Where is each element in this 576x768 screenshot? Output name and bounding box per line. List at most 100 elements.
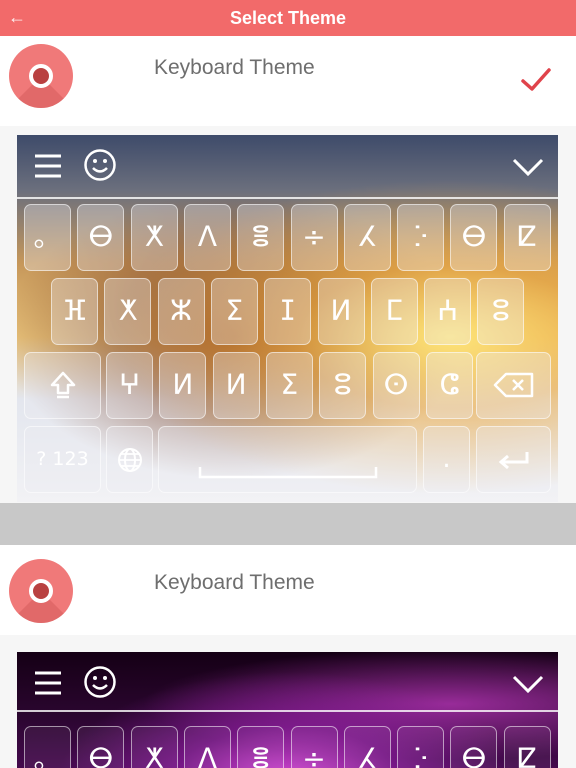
letter-key[interactable]: ⴾ [397,204,445,271]
period-key[interactable]: . [423,426,470,493]
theme-card-2[interactable]: Keyboard Theme 。 ⴱ ⵅ ⴷ ⴻ ÷ ⵃ ⴾ ⴱ ⵇ [0,545,576,768]
theme-card-header: Keyboard Theme [0,36,576,126]
keyboard-toolbar [17,652,558,712]
key-label: ⵍ [172,368,194,401]
key-label: ⴻ [251,220,271,253]
key-label: ⴱ [88,742,114,768]
key-label: ⵇ [517,742,537,768]
keyboard-toolbar [17,135,558,199]
letter-key[interactable]: ⴼ [51,278,98,345]
letter-key[interactable]: ⴷ [183,726,231,768]
key-label: ⵊ [280,294,295,327]
key-label: ⴷ [197,742,217,768]
letter-key[interactable]: ⵙ [372,352,420,419]
letter-key[interactable]: ÷ [290,204,338,271]
letter-key[interactable]: ⵉ [265,352,313,419]
letter-key[interactable]: ⴱ [450,204,498,271]
key-label: 。 [33,220,62,253]
keyboard-preview-1[interactable]: 。 ⴱ ⵅ ⴷ ⴻ ÷ ⵃ ⴾ ⴱ ⵇ ⴼⵅⵣⵉⵊⵍⵎⵄⵓ ⵖⵍⵍⵉⵓⵙⵛ ? 123 . [17,135,558,502]
letter-key[interactable]: 。 [24,204,71,271]
letter-key[interactable]: ⵄ [424,278,472,345]
letter-key[interactable]: ⵎ [370,278,418,345]
letter-key[interactable]: ⴱ [77,204,125,271]
theme-avatar-icon [9,559,73,623]
letter-key[interactable]: ⵓ [319,352,367,419]
theme-avatar-icon [9,44,73,108]
key-label: ⵄ [437,294,459,327]
enter-key[interactable] [476,426,551,493]
key-label: ⵙ [383,368,409,401]
key-label: ⵅ [118,294,137,327]
backspace-icon [493,372,533,398]
theme-title: Keyboard Theme [154,56,315,79]
theme-card-header: Keyboard Theme [0,545,576,635]
key-label: ⵍ [225,368,247,401]
letter-key[interactable]: ÷ [290,726,338,768]
top-app-bar: ← Select Theme [0,0,576,36]
letter-key[interactable]: ⵍ [212,352,260,419]
theme-card-1[interactable]: Keyboard Theme 。 ⴱ ⵅ ⴷ ⴻ ÷ ⵃ ⴾ ⴱ ⵇ ⴼⵅⵣⵉⵊⵍⵎⵄⵓ ⵖⵍⵍⵉ… [0,36,576,544]
key-label: ⵉ [225,294,244,327]
numbers-key[interactable]: ? 123 [24,426,101,493]
key-label: ⴱ [461,220,487,253]
key-label: ⵣ [170,294,193,327]
menu-icon [35,671,61,695]
key-label: ⵃ [358,742,377,768]
letter-key[interactable]: ⴱ [450,726,498,768]
keyboard-preview-2[interactable]: 。 ⴱ ⵅ ⴷ ⴻ ÷ ⵃ ⴾ ⴱ ⵇ [17,652,558,768]
key-label: ⵛ [439,368,460,401]
backspace-key[interactable] [476,352,551,419]
letter-key[interactable]: ⵍ [159,352,207,419]
emoji-icon [84,666,116,698]
letter-key[interactable]: ⵛ [425,352,473,419]
shift-key[interactable] [24,352,101,419]
key-label: ⵉ [280,368,299,401]
key-label: ⴾ [413,742,428,768]
key-label: ⵓ [492,294,510,327]
letter-key[interactable]: ⵣ [157,278,205,345]
letter-key[interactable]: ⵅ [130,204,178,271]
letter-key[interactable]: ⵇ [503,726,551,768]
letter-key[interactable]: ⵊ [264,278,312,345]
shift-icon [50,371,75,399]
letter-key[interactable]: ⴱ [77,726,125,768]
key-label: ⵇ [517,220,537,253]
letter-key[interactable]: ⴻ [237,204,285,271]
enter-icon [498,452,528,470]
key-label: ⵎ [385,294,403,327]
key-label: ⴻ [251,742,271,768]
letter-key[interactable]: ⵇ [503,204,551,271]
card-separator [0,503,576,545]
key-label: ÷ [302,742,326,768]
key-label: 。 [33,742,62,768]
menu-icon [35,154,61,178]
letter-key[interactable]: ⵅ [130,726,178,768]
letter-key[interactable]: ⵅ [104,278,152,345]
space-key[interactable] [158,426,417,493]
key-label: ⵓ [333,368,352,401]
letter-key[interactable]: 。 [24,726,71,768]
letter-key[interactable]: ⴻ [237,726,285,768]
letter-key[interactable]: ⴷ [183,204,231,271]
letter-key[interactable]: ⵓ [477,278,525,345]
chevron-down-icon [512,158,544,177]
letter-key[interactable]: ⵉ [210,278,258,345]
space-icon [198,467,377,479]
key-label: ⴼ [62,294,87,327]
letter-key[interactable]: ⴾ [397,726,445,768]
key-label: ⴱ [88,220,114,253]
key-label: ⵍ [330,294,352,327]
emoji-icon [84,149,116,181]
letter-key[interactable]: ⵍ [317,278,365,345]
globe-icon [117,448,142,472]
key-label: ⴷ [197,220,217,253]
key-label: ⵃ [358,220,377,253]
letter-key[interactable]: ⵃ [343,204,391,271]
key-label: ⴱ [461,742,487,768]
key-label: ÷ [302,220,326,253]
theme-title: Keyboard Theme [154,571,315,594]
letter-key[interactable]: ⵖ [106,352,153,419]
selected-check-icon [521,68,551,91]
globe-key[interactable] [106,426,153,493]
letter-key[interactable]: ⵃ [343,726,391,768]
